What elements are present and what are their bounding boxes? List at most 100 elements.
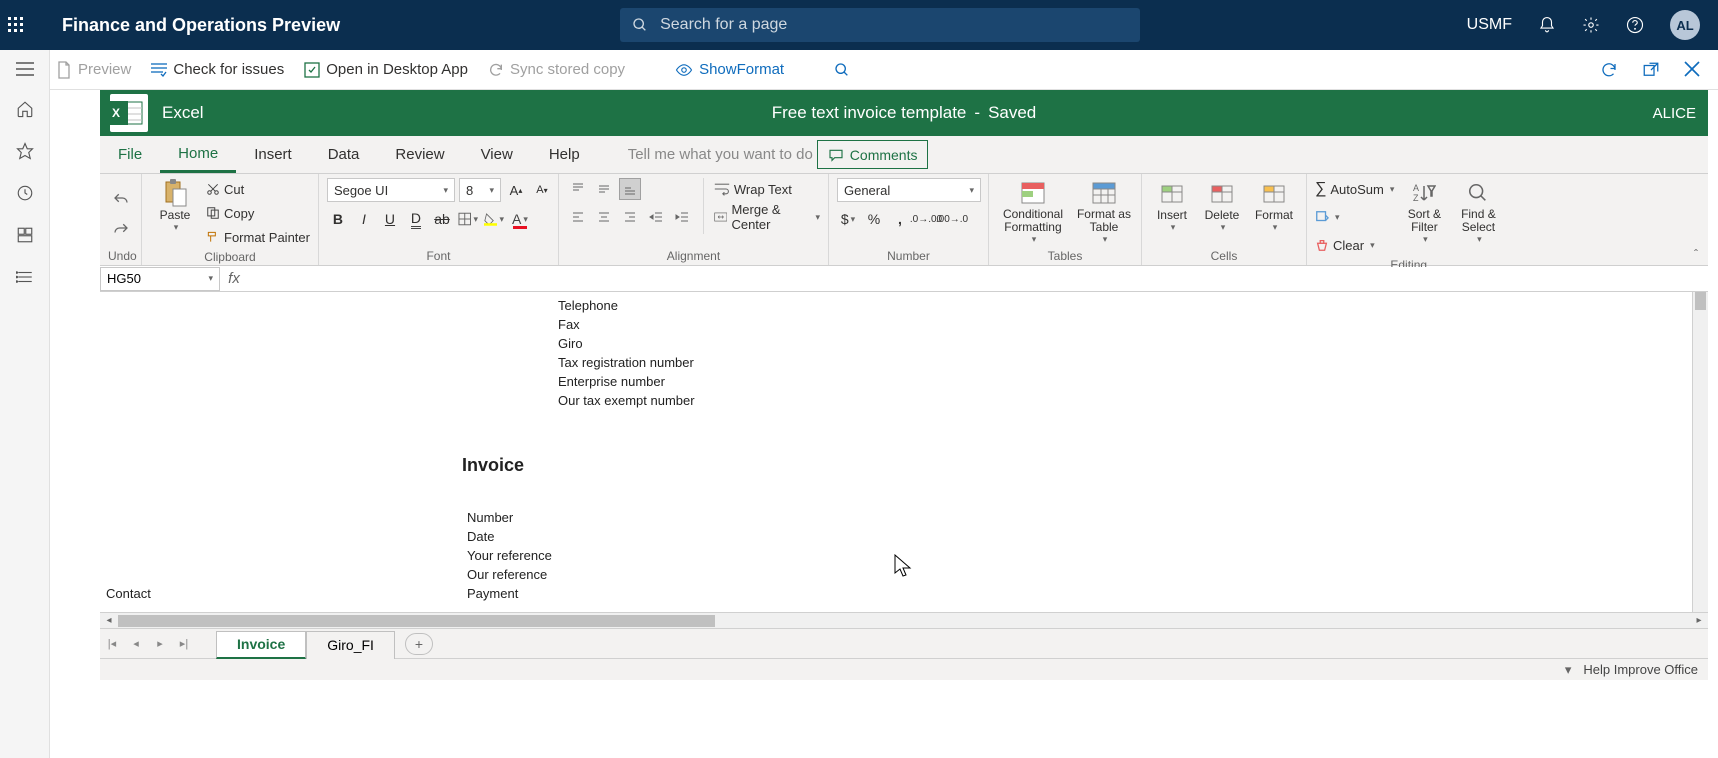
undo-button[interactable] bbox=[110, 187, 132, 209]
find-select-button[interactable]: Find & Select▾ bbox=[1454, 178, 1502, 245]
percent-button[interactable]: % bbox=[863, 208, 885, 230]
comma-button[interactable]: , bbox=[889, 208, 911, 230]
sheet-nav-prev-icon[interactable]: ◂ bbox=[124, 637, 148, 650]
paste-label: Paste bbox=[160, 208, 191, 222]
tab-file[interactable]: File bbox=[100, 136, 160, 173]
sheet-nav-next-icon[interactable]: ▸ bbox=[148, 637, 172, 650]
close-icon[interactable] bbox=[1684, 61, 1700, 79]
wrap-text-button[interactable]: Wrap Text bbox=[714, 178, 820, 200]
font-size-dropdown[interactable]: 8▾ bbox=[459, 178, 501, 202]
company-code[interactable]: USMF bbox=[1467, 16, 1512, 34]
increase-indent-icon[interactable] bbox=[671, 206, 693, 228]
add-sheet-button[interactable]: + bbox=[405, 633, 433, 655]
document-name[interactable]: Free text invoice template bbox=[772, 103, 967, 123]
tell-me-search[interactable]: Tell me what you want to do bbox=[598, 136, 813, 173]
align-right-icon[interactable] bbox=[619, 206, 641, 228]
sheet-nav-first-icon[interactable]: |◂ bbox=[100, 637, 124, 650]
global-search[interactable]: Search for a page bbox=[620, 8, 1140, 42]
decrease-decimal-icon[interactable]: .00→.0 bbox=[941, 208, 963, 230]
tab-insert[interactable]: Insert bbox=[236, 136, 310, 173]
show-format-button[interactable]: ShowFormat bbox=[675, 61, 784, 78]
fill-button[interactable]: ▾ bbox=[1315, 206, 1394, 228]
app-launcher-icon[interactable] bbox=[8, 17, 48, 33]
decrease-font-icon[interactable]: A▾ bbox=[531, 179, 553, 201]
home-icon[interactable] bbox=[16, 100, 34, 118]
fill-color-button[interactable]: ▾ bbox=[483, 208, 505, 230]
comments-button[interactable]: Comments bbox=[817, 140, 929, 169]
increase-font-icon[interactable]: A▴ bbox=[505, 179, 527, 201]
align-top-icon[interactable] bbox=[567, 178, 589, 200]
check-issues-button[interactable]: Check for issues bbox=[151, 61, 284, 78]
comments-label: Comments bbox=[850, 147, 918, 163]
preview-button[interactable]: Preview bbox=[56, 61, 131, 79]
bell-icon[interactable] bbox=[1538, 16, 1556, 34]
refresh-icon[interactable] bbox=[1600, 61, 1618, 79]
paste-button[interactable]: Paste ▾ bbox=[150, 178, 200, 233]
hscroll-track[interactable] bbox=[118, 615, 1690, 627]
horizontal-scrollbar[interactable]: ◂ ▸ bbox=[100, 612, 1708, 628]
hscroll-left-icon[interactable]: ◂ bbox=[100, 615, 118, 626]
sync-button[interactable]: Sync stored copy bbox=[488, 61, 625, 78]
vscroll-thumb[interactable] bbox=[1695, 292, 1706, 310]
tab-data[interactable]: Data bbox=[310, 136, 378, 173]
name-box[interactable]: HG50 ▾ bbox=[100, 267, 220, 291]
format-painter-button[interactable]: Format Painter bbox=[206, 226, 310, 248]
search-button[interactable] bbox=[834, 62, 856, 78]
excel-user-name[interactable]: ALICE bbox=[1653, 105, 1696, 122]
tab-home[interactable]: Home bbox=[160, 136, 236, 173]
insert-cells-button[interactable]: Insert▾ bbox=[1150, 178, 1194, 233]
borders-button[interactable]: ▾ bbox=[457, 208, 479, 230]
gear-icon[interactable] bbox=[1582, 16, 1600, 34]
align-center-icon[interactable] bbox=[593, 206, 615, 228]
user-avatar[interactable]: AL bbox=[1670, 10, 1700, 40]
italic-button[interactable]: I bbox=[353, 208, 375, 230]
hscroll-right-icon[interactable]: ▸ bbox=[1690, 615, 1708, 626]
hamburger-icon[interactable] bbox=[16, 62, 34, 76]
tab-view[interactable]: View bbox=[463, 136, 531, 173]
workspace-icon[interactable] bbox=[16, 226, 34, 244]
help-icon[interactable] bbox=[1626, 16, 1644, 34]
align-left-icon[interactable] bbox=[567, 206, 589, 228]
sheet-tab-invoice[interactable]: Invoice bbox=[216, 631, 306, 659]
hscroll-thumb[interactable] bbox=[118, 615, 715, 627]
star-icon[interactable] bbox=[16, 142, 34, 160]
align-bottom-icon[interactable] bbox=[619, 178, 641, 200]
number-format-dropdown[interactable]: General▾ bbox=[837, 178, 981, 202]
underline-button[interactable]: U bbox=[379, 208, 401, 230]
sheet-tab-giro[interactable]: Giro_FI bbox=[306, 631, 395, 659]
bold-button[interactable]: B bbox=[327, 208, 349, 230]
open-new-window-icon[interactable] bbox=[1642, 61, 1660, 79]
tab-review[interactable]: Review bbox=[377, 136, 462, 173]
align-middle-icon[interactable] bbox=[593, 178, 615, 200]
currency-button[interactable]: $▾ bbox=[837, 208, 859, 230]
recent-icon[interactable] bbox=[16, 184, 34, 202]
help-improve-link[interactable]: Help Improve Office bbox=[1583, 662, 1698, 677]
tab-help[interactable]: Help bbox=[531, 136, 598, 173]
autosum-button[interactable]: ∑ AutoSum▾ bbox=[1315, 178, 1394, 200]
clear-button[interactable]: Clear▾ bbox=[1315, 234, 1394, 256]
open-desktop-button[interactable]: Open in Desktop App bbox=[304, 61, 468, 78]
redo-button[interactable] bbox=[110, 217, 132, 239]
format-as-table-button[interactable]: Format as Table▾ bbox=[1075, 178, 1133, 245]
decrease-indent-icon[interactable] bbox=[645, 206, 667, 228]
strikethrough-button[interactable]: ab bbox=[431, 208, 453, 230]
font-color-button[interactable]: A▾ bbox=[509, 208, 531, 230]
font-name-dropdown[interactable]: Segoe UI▾ bbox=[327, 178, 455, 202]
sort-filter-button[interactable]: AZ Sort & Filter▾ bbox=[1400, 178, 1448, 245]
status-dropdown-icon[interactable]: ▾ bbox=[1565, 662, 1572, 678]
format-cells-button[interactable]: Format▾ bbox=[1250, 178, 1298, 233]
conditional-formatting-button[interactable]: Conditional Formatting▾ bbox=[997, 178, 1069, 245]
increase-decimal-icon[interactable]: .0→.00 bbox=[915, 208, 937, 230]
modules-icon[interactable] bbox=[16, 268, 34, 286]
sheet-nav-last-icon[interactable]: ▸| bbox=[172, 637, 196, 650]
double-underline-button[interactable]: D bbox=[405, 208, 427, 230]
collapse-ribbon-icon[interactable]: ˆ bbox=[1684, 174, 1708, 265]
cut-button[interactable]: Cut bbox=[206, 178, 310, 200]
worksheet-grid[interactable]: Telephone Fax Giro Tax registration numb… bbox=[100, 292, 1692, 612]
delete-cells-button[interactable]: Delete▾ bbox=[1200, 178, 1244, 233]
copy-button[interactable]: Copy bbox=[206, 202, 310, 224]
formula-input[interactable] bbox=[248, 267, 1708, 291]
fx-icon[interactable]: fx bbox=[220, 270, 248, 287]
merge-center-button[interactable]: Merge & Center ▾ bbox=[714, 206, 820, 228]
vertical-scrollbar[interactable] bbox=[1692, 292, 1708, 612]
